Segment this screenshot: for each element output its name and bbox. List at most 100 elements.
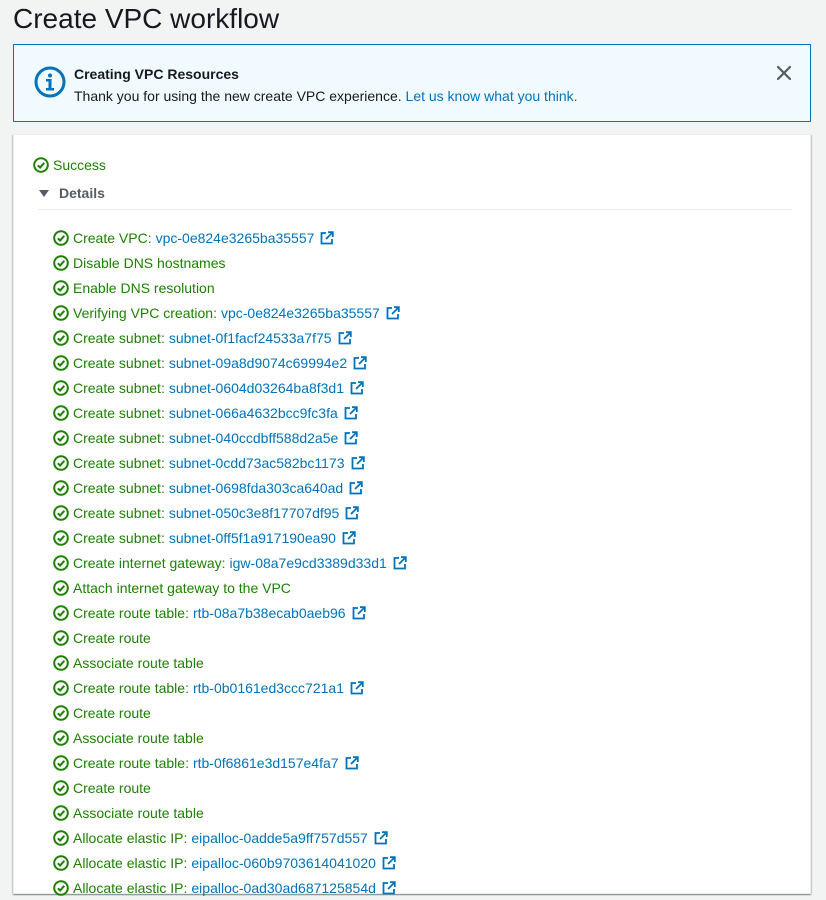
resource-id-link[interactable]: rtb-08a7b38ecab0aeb96 bbox=[193, 605, 346, 621]
success-check-icon bbox=[53, 604, 69, 621]
step-item: Allocate elastic IP: eipalloc-0adde5a9ff7… bbox=[53, 825, 407, 850]
step-label: Create VPC: bbox=[73, 229, 152, 246]
step-list: Create VPC: vpc-0e824e3265ba35557 Disable … bbox=[53, 225, 407, 900]
success-check-icon bbox=[53, 554, 69, 571]
step-item: Attach internet gateway to the VPC bbox=[53, 575, 407, 600]
step-item: Create subnet: subnet-0cdd73ac582bc1173 bbox=[53, 450, 407, 475]
step-item: Associate route table bbox=[53, 650, 407, 675]
success-check-icon bbox=[53, 529, 69, 546]
success-check-icon bbox=[53, 504, 69, 521]
step-label: Create route bbox=[73, 704, 151, 721]
step-item: Create subnet: subnet-0f1facf24533a7f75 bbox=[53, 325, 407, 350]
details-label: Details bbox=[59, 185, 105, 201]
success-check-icon bbox=[53, 479, 69, 496]
resource-id-link[interactable]: eipalloc-0adde5a9ff757d557 bbox=[191, 830, 367, 846]
step-label: Create route table: bbox=[73, 754, 189, 771]
external-link-icon[interactable] bbox=[374, 830, 388, 845]
step-item: Create route bbox=[53, 775, 407, 800]
success-check-icon bbox=[53, 329, 69, 346]
success-check-icon bbox=[53, 429, 69, 446]
step-label: Disable DNS hostnames bbox=[73, 254, 226, 271]
external-link-icon[interactable] bbox=[349, 480, 363, 495]
external-link-icon[interactable] bbox=[338, 330, 352, 345]
success-check-icon bbox=[53, 279, 69, 296]
resource-id-link[interactable]: subnet-0698fda303ca640ad bbox=[169, 480, 343, 496]
external-link-icon[interactable] bbox=[345, 755, 359, 770]
resource-id-link[interactable]: eipalloc-0ad30ad687125854d bbox=[191, 880, 376, 896]
step-label: Allocate elastic IP: bbox=[73, 829, 188, 846]
external-link-icon[interactable] bbox=[344, 430, 358, 445]
step-item: Create internet gateway: igw-08a7e9cd3389… bbox=[53, 550, 407, 575]
success-check-icon bbox=[53, 829, 69, 846]
external-link-icon[interactable] bbox=[393, 555, 407, 570]
step-item: Allocate elastic IP: eipalloc-060b9703614… bbox=[53, 850, 407, 875]
step-item: Create subnet: subnet-0604d03264ba8f3d1 bbox=[53, 375, 407, 400]
step-item: Disable DNS hostnames bbox=[53, 250, 407, 275]
step-label: Associate route table bbox=[73, 729, 204, 746]
resource-id-link[interactable]: eipalloc-060b9703614041020 bbox=[191, 855, 376, 871]
step-label: Create route bbox=[73, 779, 151, 796]
success-check-icon bbox=[53, 704, 69, 721]
feedback-link[interactable]: Let us know what you think. bbox=[406, 88, 578, 104]
step-label: Create subnet: bbox=[73, 429, 165, 446]
step-label: Associate route table bbox=[73, 804, 204, 821]
details-toggle[interactable]: Details bbox=[38, 185, 792, 210]
external-link-icon[interactable] bbox=[345, 505, 360, 520]
step-item: Allocate elastic IP: eipalloc-0ad30ad6871… bbox=[53, 875, 407, 900]
step-item: Create route bbox=[53, 700, 407, 725]
success-check-icon bbox=[53, 854, 69, 871]
external-link-icon[interactable] bbox=[386, 305, 400, 320]
resource-id-link[interactable]: rtb-0b0161ed3ccc721a1 bbox=[193, 680, 344, 696]
external-link-icon[interactable] bbox=[344, 405, 358, 420]
step-item: Create subnet: subnet-0ff5f1a917190ea90 bbox=[53, 525, 407, 550]
resource-id-link[interactable]: vpc-0e824e3265ba35557 bbox=[156, 230, 315, 246]
success-check-icon bbox=[53, 354, 69, 371]
resource-id-link[interactable]: subnet-09a8d9074c69994e2 bbox=[169, 355, 347, 371]
resource-id-link[interactable]: rtb-0f6861e3d157e4fa7 bbox=[193, 755, 339, 771]
step-label: Allocate elastic IP: bbox=[73, 879, 188, 896]
external-link-icon[interactable] bbox=[382, 855, 396, 870]
resource-id-link[interactable]: igw-08a7e9cd3389d33d1 bbox=[230, 555, 387, 571]
step-item: Create route table: rtb-0f6861e3d157e4fa7 bbox=[53, 750, 407, 775]
resource-id-link[interactable]: subnet-0604d03264ba8f3d1 bbox=[169, 380, 344, 396]
success-check-icon bbox=[53, 229, 69, 246]
step-item: Verifying VPC creation: vpc-0e824e3265ba3… bbox=[53, 300, 407, 325]
step-item: Create subnet: subnet-0698fda303ca640ad bbox=[53, 475, 407, 500]
step-item: Create subnet: subnet-040ccdbff588d2a5e bbox=[53, 425, 407, 450]
resource-id-link[interactable]: subnet-0ff5f1a917190ea90 bbox=[169, 530, 336, 546]
resource-id-link[interactable]: subnet-040ccdbff588d2a5e bbox=[169, 430, 338, 446]
flash-title: Creating VPC Resources bbox=[74, 66, 239, 82]
step-item: Create subnet: subnet-09a8d9074c69994e2 bbox=[53, 350, 407, 375]
resource-id-link[interactable]: subnet-0f1facf24533a7f75 bbox=[169, 330, 332, 346]
resource-id-link[interactable]: subnet-050c3e8f17707df95 bbox=[169, 505, 339, 521]
step-item: Associate route table bbox=[53, 725, 407, 750]
step-label: Create route bbox=[73, 629, 151, 646]
external-link-icon[interactable] bbox=[353, 355, 367, 370]
step-label: Create subnet: bbox=[73, 529, 165, 546]
step-label: Create subnet: bbox=[73, 329, 165, 346]
resource-id-link[interactable]: subnet-0cdd73ac582bc1173 bbox=[169, 455, 345, 471]
close-icon[interactable] bbox=[774, 63, 794, 83]
step-label: Create subnet: bbox=[73, 454, 165, 471]
external-link-icon[interactable] bbox=[350, 380, 364, 395]
external-link-icon[interactable] bbox=[351, 455, 365, 470]
success-check-icon bbox=[53, 404, 69, 421]
success-check-icon bbox=[33, 157, 49, 173]
step-item: Create subnet: subnet-066a4632bcc9fc3fa bbox=[53, 400, 407, 425]
workflow-panel: Success Details Create VPC: vpc-0e824e326… bbox=[13, 134, 811, 896]
success-check-icon bbox=[53, 579, 69, 596]
caret-down-icon bbox=[39, 190, 49, 197]
success-check-icon bbox=[53, 779, 69, 796]
external-link-icon[interactable] bbox=[352, 605, 366, 620]
resource-id-link[interactable]: vpc-0e824e3265ba35557 bbox=[221, 305, 380, 321]
external-link-icon[interactable] bbox=[320, 230, 335, 245]
success-check-icon bbox=[53, 679, 69, 696]
resource-id-link[interactable]: subnet-066a4632bcc9fc3fa bbox=[169, 405, 338, 421]
info-icon bbox=[34, 66, 66, 98]
external-link-icon[interactable] bbox=[342, 530, 356, 545]
success-check-icon bbox=[53, 254, 69, 271]
step-label: Allocate elastic IP: bbox=[73, 854, 188, 871]
flash-message-line: Thank you for using the new create VPC e… bbox=[74, 88, 578, 104]
external-link-icon[interactable] bbox=[350, 680, 364, 695]
step-item: Create VPC: vpc-0e824e3265ba35557 bbox=[53, 225, 407, 250]
